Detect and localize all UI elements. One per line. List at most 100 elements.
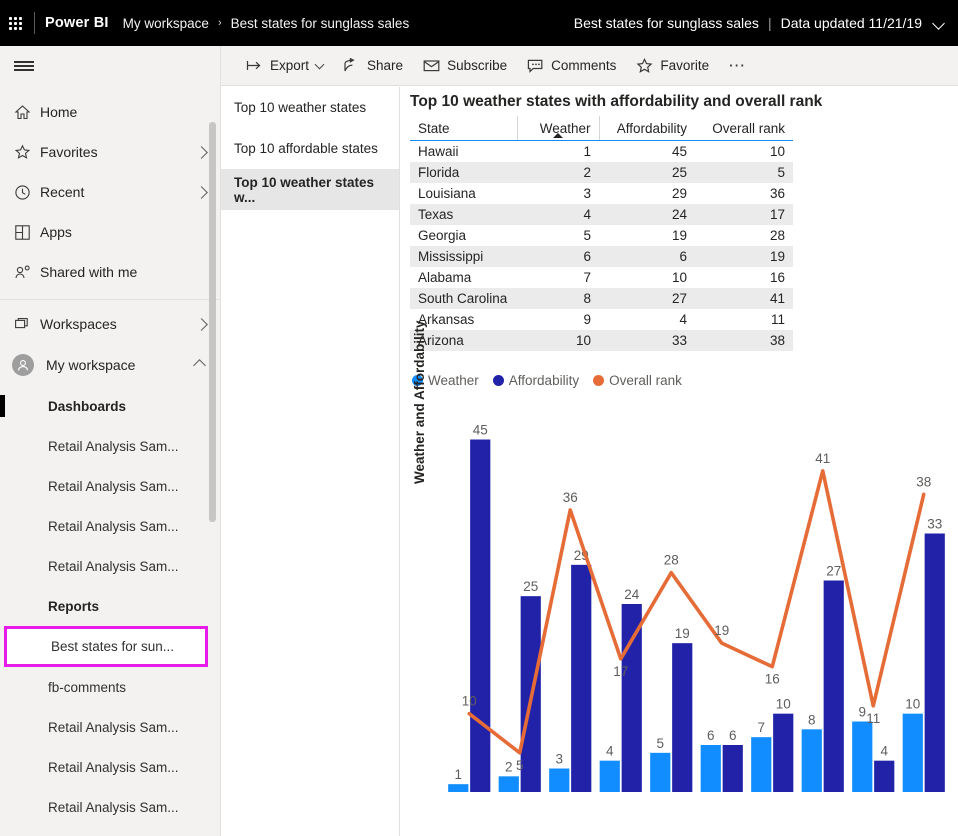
table-row[interactable]: Louisiana 3 29 36: [410, 183, 793, 204]
list-item[interactable]: Retail Analysis Sam...: [0, 747, 220, 787]
app-launcher-icon[interactable]: [0, 0, 30, 46]
svg-text:41: 41: [815, 451, 830, 466]
list-item-label: Best states for sun...: [51, 639, 175, 654]
chevron-down-icon[interactable]: [933, 17, 946, 30]
sidebar-item-label: Workspaces: [40, 316, 117, 332]
svg-text:45: 45: [473, 423, 488, 438]
breadcrumb-item-report[interactable]: Best states for sunglass sales: [231, 16, 410, 31]
sidebar-item-apps[interactable]: Apps: [0, 212, 220, 252]
clock-icon: [14, 184, 40, 201]
column-header-weather-label: Weather: [539, 121, 591, 136]
report-page-top-10-weather-states-with-affordability[interactable]: Top 10 weather states w...: [221, 169, 399, 210]
sidebar-item-shared-with-me[interactable]: Shared with me: [0, 252, 220, 292]
column-header-affordability[interactable]: Affordability: [599, 116, 695, 141]
hamburger-menu-icon[interactable]: [0, 46, 220, 86]
cell-state: Georgia: [418, 228, 467, 243]
sidebar-item-home[interactable]: Home: [0, 92, 220, 132]
cell-affordability: 6: [679, 249, 687, 264]
svg-text:16: 16: [765, 672, 780, 687]
table-row[interactable]: South Carolina 8 27 41: [410, 288, 793, 309]
legend-item-overall-rank[interactable]: Overall rank: [593, 373, 682, 388]
svg-text:10: 10: [462, 694, 477, 709]
command-label: Favorite: [660, 58, 710, 73]
star-icon: [636, 57, 653, 74]
command-label: Share: [367, 58, 404, 73]
cell-weather: 1: [583, 144, 591, 159]
tree-header-reports: Reports: [48, 598, 100, 614]
list-item[interactable]: Retail Analysis Sam...: [0, 787, 220, 827]
sidebar-item-favorites[interactable]: Favorites: [0, 132, 220, 172]
table-row[interactable]: Arizona 10 33 38: [410, 330, 793, 351]
svg-text:24: 24: [624, 587, 640, 602]
list-item[interactable]: Retail Analysis Sam...: [0, 466, 220, 506]
legend-item-affordability[interactable]: Affordability: [492, 373, 580, 388]
sidebar-item-label: Apps: [40, 224, 72, 240]
more-options-button[interactable]: ⋯: [720, 57, 754, 74]
list-item[interactable]: Retail Analysis Sam...: [0, 426, 220, 466]
list-item-best-states-for-sunglass-sales[interactable]: Best states for sun...: [0, 395, 208, 667]
table-row[interactable]: Alabama 7 10 16: [410, 267, 793, 288]
column-header-overall-rank[interactable]: Overall rank: [695, 116, 793, 141]
cell-overall-rank: 28: [769, 228, 785, 243]
list-item[interactable]: Retail Analysis Sam...: [0, 707, 220, 747]
table-row[interactable]: Hawaii 1 45 10: [410, 140, 793, 162]
svg-text:38: 38: [916, 474, 931, 489]
cell-weather: 4: [583, 207, 591, 222]
people-icon: [14, 264, 40, 281]
table-row[interactable]: Florida 2 25 5: [410, 162, 793, 183]
legend-label: Weather: [428, 373, 479, 388]
table-row[interactable]: Georgia 5 19 28: [410, 225, 793, 246]
brand-label[interactable]: Power BI: [45, 15, 109, 31]
chevron-up-icon[interactable]: [193, 358, 206, 372]
favorite-button[interactable]: Favorite: [627, 50, 718, 82]
powerbi-app: Power BI My workspace › Best states for …: [0, 0, 958, 836]
share-button[interactable]: Share: [334, 50, 412, 82]
cell-affordability: 4: [679, 312, 687, 327]
comment-icon: [527, 59, 544, 73]
table-row[interactable]: Arkansas 9 4 11: [410, 309, 793, 330]
cell-affordability: 33: [671, 333, 687, 348]
column-header-state[interactable]: State: [410, 116, 518, 141]
svg-text:10: 10: [905, 697, 920, 712]
breadcrumb-separator-icon: ›: [217, 17, 222, 29]
export-button[interactable]: Export: [237, 50, 332, 82]
sidebar-item-label: Recent: [40, 184, 85, 200]
svg-text:6: 6: [707, 728, 715, 743]
cell-overall-rank: 17: [769, 207, 785, 222]
cell-overall-rank: 19: [769, 249, 785, 264]
svg-text:4: 4: [606, 744, 614, 759]
sidebar-item-my-workspace[interactable]: My workspace: [0, 344, 220, 386]
svg-text:9: 9: [859, 705, 867, 720]
svg-text:10: 10: [776, 697, 791, 712]
cell-affordability: 45: [671, 144, 687, 159]
sidebar-item-recent[interactable]: Recent: [0, 172, 220, 212]
svg-text:25: 25: [523, 579, 538, 594]
table-row[interactable]: Texas 4 24 17: [410, 204, 793, 225]
chart-plot-area[interactable]: 1 45 2 25 3 29 4 24 5 19 6 6 7 10 8 27 9 4 10 33 10 5 36 17 28 19…: [444, 394, 949, 794]
cell-state: Hawaii: [418, 144, 459, 159]
visual-title: Top 10 weather states with affordability…: [410, 93, 823, 110]
svg-text:1: 1: [455, 767, 463, 782]
list-item[interactable]: Retail Analysis Sam...: [0, 546, 220, 586]
breadcrumb-item-workspace[interactable]: My workspace: [123, 16, 209, 31]
report-page-top-10-affordable-states[interactable]: Top 10 affordable states: [221, 128, 399, 169]
sidebar-item-label: Shared with me: [40, 264, 138, 280]
comments-button[interactable]: Comments: [518, 50, 625, 82]
svg-text:7: 7: [758, 720, 766, 735]
svg-text:11: 11: [866, 711, 880, 726]
sidebar-item-workspaces[interactable]: Workspaces: [0, 304, 220, 344]
report-page-top-10-weather-states[interactable]: Top 10 weather states: [221, 87, 399, 128]
svg-text:19: 19: [714, 623, 729, 638]
apps-grid-icon: [14, 224, 40, 241]
list-item[interactable]: Retail Analysis Sam...: [0, 506, 220, 546]
table-row[interactable]: Mississippi 6 6 19: [410, 246, 793, 267]
list-item-fb-comments[interactable]: fb-comments: [0, 667, 220, 707]
svg-text:19: 19: [675, 626, 690, 641]
cell-affordability: 10: [671, 270, 687, 285]
legend-label: Affordability: [508, 373, 580, 388]
ranking-table: State Weather Affordability Overall rank…: [410, 116, 793, 351]
column-header-weather[interactable]: Weather: [517, 116, 600, 141]
subscribe-button[interactable]: Subscribe: [414, 50, 516, 82]
sidebar-scrollbar[interactable]: [209, 122, 216, 522]
share-icon: [343, 58, 360, 73]
